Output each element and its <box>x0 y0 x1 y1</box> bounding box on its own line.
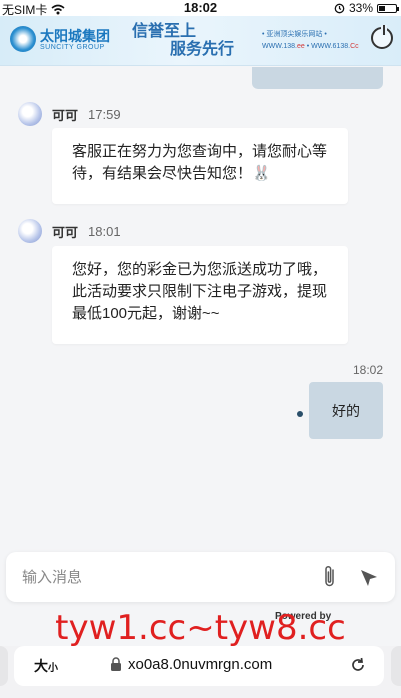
message-header: 可可 17:59 <box>18 102 121 126</box>
previous-message-bubble <box>252 67 383 89</box>
status-right: 33% <box>334 1 399 15</box>
lock-icon <box>111 657 121 671</box>
site-line-2: WWW.138.ee • WWW.6138.Cc <box>262 43 359 50</box>
alarm-icon <box>334 3 345 13</box>
text-size-button[interactable]: 大小 <box>34 656 58 676</box>
watermark-text: tyw1.cc~tyw8.cc <box>55 608 346 648</box>
next-tab-edge[interactable] <box>391 646 401 686</box>
slogan: 信誉至上 服务先行 <box>132 22 234 58</box>
sent-status-dot <box>297 411 303 417</box>
message-header: 可可 18:01 <box>18 219 121 243</box>
user-message-bubble: 好的 <box>309 382 383 439</box>
site-links: • 亚洲顶尖娱乐网站 • WWW.138.ee • WWW.6138.Cc <box>262 29 359 53</box>
slogan-line-1: 信誉至上 <box>132 21 197 40</box>
message-input[interactable] <box>22 564 302 590</box>
sent-time: 18:02 <box>352 363 383 377</box>
browser-address-bar: 大小 xo0a8.0nuvmrgn.com <box>0 646 401 698</box>
paperclip-icon[interactable] <box>320 564 340 590</box>
send-icon[interactable] <box>358 567 380 589</box>
power-icon[interactable] <box>371 25 393 49</box>
brand-logo <box>10 26 36 52</box>
battery-icon <box>377 3 399 13</box>
url-text[interactable]: xo0a8.0nuvmrgn.com <box>128 656 272 673</box>
battery-percent: 33% <box>348 1 373 15</box>
previous-tab-edge[interactable] <box>0 646 8 686</box>
url-field[interactable]: 大小 xo0a8.0nuvmrgn.com <box>14 646 384 686</box>
agent-message-bubble: 客服正在努力为您查询中，请您耐心等待，有结果会尽快告知您！🐰 <box>52 128 348 204</box>
chat-area: 可可 17:59 客服正在努力为您查询中，请您耐心等待，有结果会尽快告知您！🐰 … <box>0 67 401 550</box>
message-time: 17:59 <box>88 106 121 122</box>
brand-name-en: SUNCITY GROUP <box>40 43 105 51</box>
header-banner: 太阳城集团 SUNCITY GROUP 信誉至上 服务先行 • 亚洲顶尖娱乐网站… <box>0 16 401 66</box>
brand-name: 太阳城集团 <box>40 27 110 44</box>
slogan-line-2: 服务先行 <box>170 39 235 58</box>
avatar <box>18 219 42 243</box>
agent-message-bubble: 您好，您的彩金已为您派送成功了哦，此活动要求只限制下注电子游戏，提现最低100元… <box>52 246 348 344</box>
site-line-1: • 亚洲顶尖娱乐网站 • <box>262 31 327 38</box>
sender-name: 可可 <box>52 224 79 240</box>
avatar <box>18 102 42 126</box>
status-bar: 无SIM卡 18:02 33% <box>0 0 401 17</box>
brand: 太阳城集团 SUNCITY GROUP <box>10 26 110 52</box>
message-composer <box>6 552 395 602</box>
sender-name: 可可 <box>52 107 79 123</box>
message-time: 18:01 <box>88 223 121 239</box>
reload-icon[interactable] <box>348 655 368 675</box>
